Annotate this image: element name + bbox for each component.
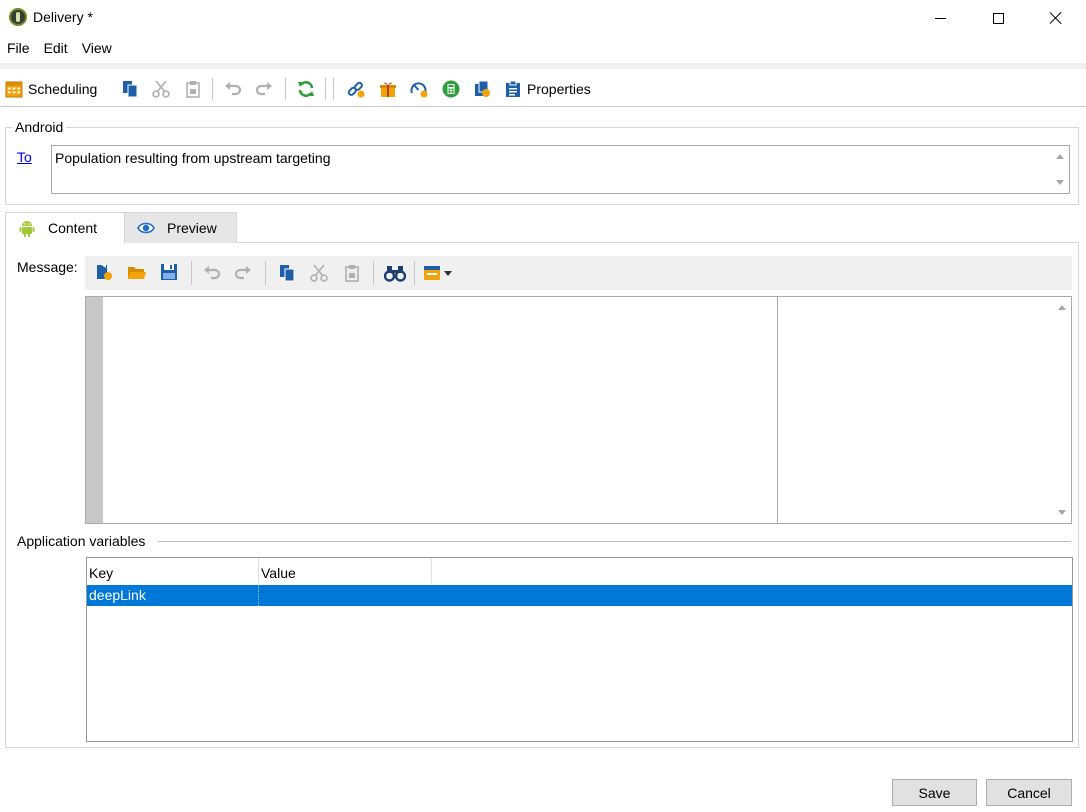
android-legend: Android (12, 119, 67, 135)
save-button[interactable]: Save (892, 779, 977, 806)
paste-icon[interactable] (343, 264, 361, 282)
open-folder-icon[interactable] (127, 263, 147, 281)
properties-button[interactable]: Properties (504, 77, 591, 101)
editor-scrollbar[interactable] (1054, 297, 1071, 523)
undo-button[interactable] (224, 77, 242, 101)
tab-content-label: Content (48, 220, 98, 236)
link-button[interactable] (347, 77, 365, 101)
to-value: Population resulting from upstream targe… (55, 150, 331, 166)
toolbar-separator (212, 78, 213, 100)
scheduling-label: Scheduling (28, 81, 98, 97)
tab-preview[interactable]: Preview (125, 212, 237, 243)
window-title: Delivery * (33, 9, 93, 25)
document-button[interactable] (473, 77, 491, 101)
editor-divider[interactable] (777, 297, 778, 523)
copy-icon[interactable] (278, 264, 296, 282)
app-icon (9, 8, 27, 26)
scroll-up-icon[interactable] (1058, 305, 1066, 310)
maximize-button[interactable] (975, 0, 1021, 36)
message-toolbar (85, 256, 1072, 290)
cut-icon (152, 80, 170, 98)
undo-icon (225, 82, 242, 96)
column-key[interactable]: Key (87, 558, 259, 584)
calendar-icon (5, 81, 23, 98)
toolbar-separator (285, 78, 286, 100)
menu-edit[interactable]: Edit (37, 38, 75, 60)
tab-preview-label: Preview (167, 220, 217, 236)
tab-content[interactable]: Content (5, 212, 125, 243)
toolbar-separator (191, 261, 192, 285)
calculator-icon (442, 80, 460, 98)
eye-icon (137, 222, 155, 234)
insert-dropdown-icon[interactable] (423, 264, 455, 282)
title-bar: Delivery * (0, 0, 1086, 36)
android-icon (19, 221, 35, 237)
gauge-icon (410, 82, 428, 98)
properties-label: Properties (527, 81, 591, 97)
cut-button[interactable] (152, 77, 170, 101)
undo-icon[interactable] (203, 264, 221, 282)
copy-icon (123, 81, 138, 98)
message-label: Message: (17, 259, 78, 275)
paste-button[interactable] (184, 77, 202, 101)
column-value[interactable]: Value (259, 558, 432, 584)
refresh-button[interactable] (297, 77, 315, 101)
main-toolbar: Scheduling Properties (0, 63, 1086, 107)
to-link[interactable]: To (17, 149, 32, 165)
to-field[interactable]: Population resulting from upstream targe… (51, 145, 1070, 194)
close-button[interactable] (1033, 0, 1079, 36)
redo-icon[interactable] (234, 264, 252, 282)
row-key[interactable]: deepLink (87, 585, 259, 606)
scroll-down-icon[interactable] (1056, 180, 1064, 185)
binoculars-icon[interactable] (384, 264, 406, 282)
appvars-label: Application variables (17, 533, 149, 549)
scheduling-button[interactable]: Scheduling (5, 77, 97, 101)
message-editor[interactable] (85, 296, 1072, 524)
menu-view[interactable]: View (75, 38, 119, 60)
save-icon[interactable] (160, 263, 178, 281)
new-document-icon[interactable] (95, 263, 113, 281)
menu-bar: File Edit View (0, 38, 119, 60)
minimize-button[interactable] (917, 0, 963, 36)
clipboard-icon (506, 80, 520, 97)
redo-button[interactable] (255, 77, 273, 101)
row-value[interactable] (259, 585, 261, 606)
paste-icon (186, 81, 200, 98)
gift-icon (380, 82, 396, 97)
tab-bar: Content Preview (5, 212, 237, 243)
cancel-button[interactable]: Cancel (986, 779, 1072, 806)
toolbar-separator (265, 261, 266, 285)
scroll-up-icon[interactable] (1056, 154, 1064, 159)
gift-button[interactable] (379, 77, 397, 101)
toolbar-separator (373, 261, 374, 285)
toolbar-separator (325, 78, 326, 100)
calculator-button[interactable] (442, 77, 460, 101)
table-row[interactable]: deepLink (87, 585, 1072, 606)
toolbar-separator (333, 78, 334, 100)
to-scrollbar[interactable] (1052, 146, 1069, 193)
editor-gutter (86, 297, 103, 523)
close-icon (1049, 11, 1063, 25)
cut-icon[interactable] (310, 264, 328, 282)
scroll-down-icon[interactable] (1058, 510, 1066, 515)
toolbar-separator (414, 261, 415, 285)
redo-icon (255, 82, 272, 96)
document-icon (475, 80, 490, 97)
refresh-icon (298, 81, 314, 97)
pressure-button[interactable] (410, 77, 428, 101)
link-icon (347, 81, 365, 98)
appvars-divider (158, 541, 1071, 542)
copy-button[interactable] (121, 77, 139, 101)
menu-file[interactable]: File (0, 38, 37, 60)
maximize-icon (992, 12, 1004, 24)
minimize-icon (934, 17, 946, 19)
table-header: Key Value (87, 558, 1072, 584)
appvars-table[interactable]: Key Value deepLink (86, 557, 1073, 742)
